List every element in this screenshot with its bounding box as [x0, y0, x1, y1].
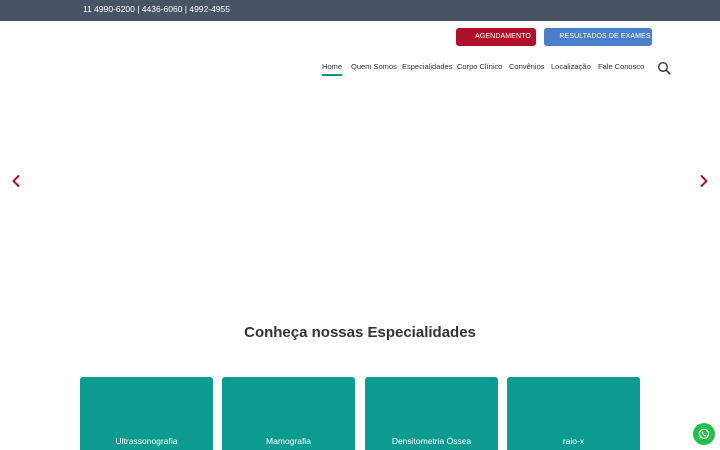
- nav-item-localizacao[interactable]: Localização: [551, 62, 591, 71]
- chevron-left-icon[interactable]: [10, 174, 22, 188]
- nav-item-home[interactable]: Home: [322, 62, 343, 76]
- specialty-card-mamografia[interactable]: Mamografia: [222, 377, 355, 450]
- specialty-card-ultrassonografia[interactable]: Ultrassonografia: [80, 377, 213, 450]
- search-icon[interactable]: [657, 61, 671, 75]
- specialty-card-label: raio-x: [562, 436, 585, 446]
- section-title: Conheça nossas Especialidades: [244, 324, 476, 341]
- nav-item-quem-somos[interactable]: Quem Somos: [351, 62, 397, 71]
- specialty-card-label: Ultrassonografia: [115, 436, 178, 446]
- specialty-card-label: Mamografia: [266, 436, 311, 446]
- specialty-card-label: Densitometria Óssea: [391, 436, 472, 446]
- phone-numbers: 11 4990-6200 | 4436-6060 | 4992-4955: [83, 4, 230, 14]
- top-bar: 11 4990-6200 | 4436-6060 | 4992-4955: [0, 0, 720, 21]
- nav-item-fale-conosco[interactable]: Fale Conosco: [598, 62, 644, 71]
- nav-item-especialidades[interactable]: Especialidades: [402, 62, 452, 71]
- specialty-card-densitometria[interactable]: Densitometria Óssea: [365, 377, 498, 450]
- main-nav: Home Quem Somos Especialidades Corpo Clí…: [0, 62, 720, 76]
- chevron-right-icon[interactable]: [698, 174, 710, 188]
- agendamento-button[interactable]: AGENDAMENTO: [456, 28, 536, 46]
- nav-item-convenios[interactable]: Convênios: [509, 62, 544, 71]
- specialty-card-raio-x[interactable]: raio-x: [507, 377, 640, 450]
- resultados-button[interactable]: RESULTADOS DE EXAMES: [544, 28, 652, 46]
- nav-item-corpo-clinico[interactable]: Corpo Clínico: [457, 62, 502, 71]
- whatsapp-icon[interactable]: [693, 423, 715, 445]
